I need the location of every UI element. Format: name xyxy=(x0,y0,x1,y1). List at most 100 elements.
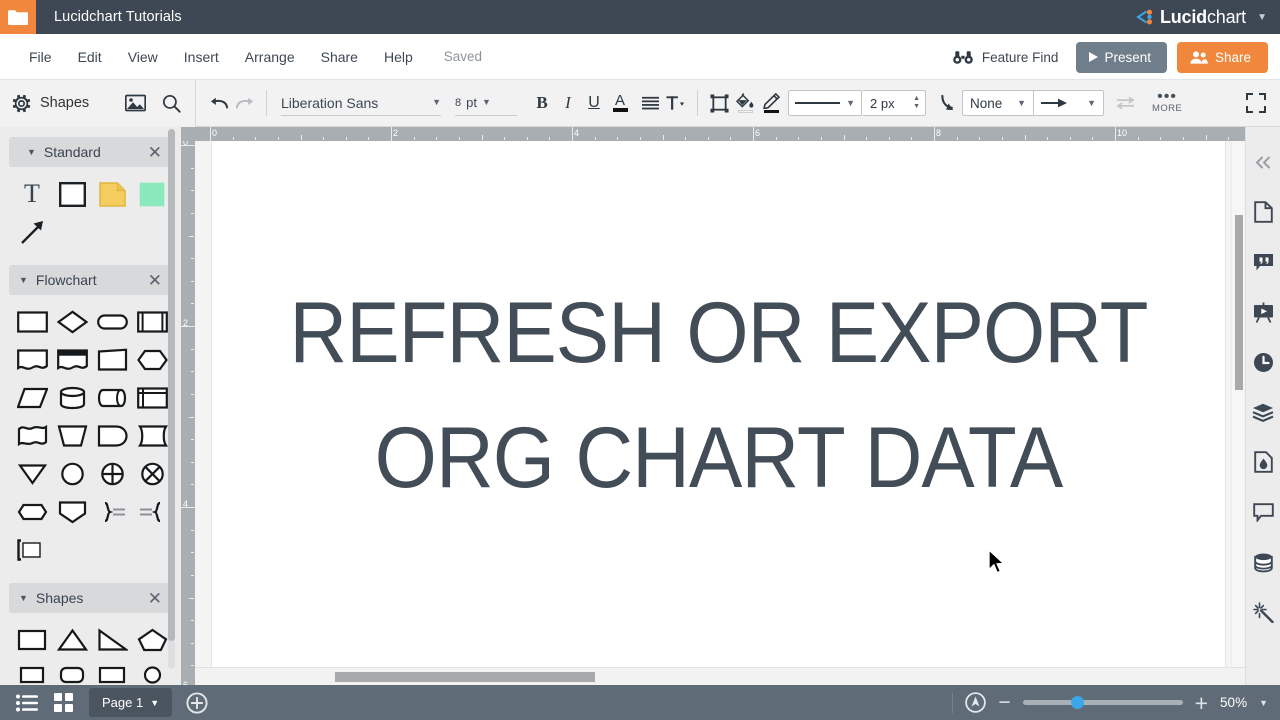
close-icon[interactable]: ✕ xyxy=(148,144,162,161)
zoom-level-value[interactable]: 50% xyxy=(1220,695,1247,710)
shape-pentagon[interactable] xyxy=(132,621,172,659)
comments-panel-button[interactable] xyxy=(1246,487,1280,537)
shapes-panel-scroll-thumb[interactable] xyxy=(168,129,175,641)
lucidchart-logo[interactable]: Lucidchart xyxy=(1134,0,1246,34)
redo-button[interactable] xyxy=(232,88,258,118)
revision-history-button[interactable] xyxy=(1246,337,1280,387)
document-panel-button[interactable] xyxy=(1246,187,1280,237)
shape-or-circle[interactable] xyxy=(132,455,172,493)
zoom-caret-icon[interactable]: ▼ xyxy=(1259,698,1268,708)
shape-text[interactable]: T xyxy=(12,175,52,213)
page-tab[interactable]: Page 1 ▼ xyxy=(89,688,173,717)
shape-sticky-note[interactable] xyxy=(132,175,172,213)
font-size-select[interactable]: 8 pt ▼ xyxy=(455,90,517,116)
canvas-vertical-scrollbar[interactable] xyxy=(1231,141,1244,667)
fit-to-screen-button[interactable] xyxy=(965,692,987,713)
magic-panel-button[interactable] xyxy=(1246,587,1280,637)
end-arrow-select[interactable]: ▼ xyxy=(1034,90,1104,116)
fill-color-button[interactable] xyxy=(732,88,758,118)
layers-panel-button[interactable] xyxy=(1246,387,1280,437)
feature-find-button[interactable]: Feature Find xyxy=(945,46,1067,69)
text-format-button[interactable] xyxy=(663,88,689,118)
shape-group-header-standard[interactable]: triangle-down-icon ▼ Standard ✕ xyxy=(9,137,172,167)
shape-terminator-rounded[interactable] xyxy=(92,303,132,341)
close-icon[interactable]: ✕ xyxy=(148,272,162,289)
grid-view-button[interactable] xyxy=(54,693,73,712)
shape-multi-document[interactable] xyxy=(52,341,92,379)
add-page-button[interactable] xyxy=(186,691,208,714)
shape-multi-document-wave[interactable] xyxy=(12,417,52,455)
shape-note[interactable] xyxy=(92,175,132,213)
account-caret-icon[interactable]: ▼ xyxy=(1257,0,1267,34)
menu-item-help[interactable]: Help xyxy=(371,43,426,71)
shape-stored-data[interactable] xyxy=(132,417,172,455)
font-family-select[interactable]: Liberation Sans ▼ xyxy=(281,90,441,116)
shape-group-header-shapes[interactable]: ▼ Shapes ✕ xyxy=(9,583,172,613)
data-panel-button[interactable] xyxy=(1246,537,1280,587)
collapse-panel-button[interactable] xyxy=(1246,137,1280,187)
fullscreen-button[interactable] xyxy=(1246,93,1266,113)
undo-button[interactable] xyxy=(206,88,232,118)
swap-arrows-button[interactable] xyxy=(1112,88,1138,118)
canvas-area[interactable]: REFRESH OR EXPORT ORG CHART DATA xyxy=(195,141,1245,685)
canvas-horizontal-scroll-thumb[interactable] xyxy=(335,672,595,682)
shape-rectangle[interactable] xyxy=(52,175,92,213)
line-style-select[interactable]: ▼ xyxy=(788,90,862,116)
shape-row3-a[interactable] xyxy=(12,659,52,685)
shape-basic-rectangle[interactable] xyxy=(12,621,52,659)
shapes-panel-scrollbar[interactable] xyxy=(168,129,175,669)
shape-triangle[interactable] xyxy=(52,621,92,659)
line-color-button[interactable] xyxy=(758,88,784,118)
zoom-slider[interactable] xyxy=(1022,696,1183,709)
shape-decision-diamond[interactable] xyxy=(52,303,92,341)
menu-item-share[interactable]: Share xyxy=(308,43,371,71)
shape-predefined-process[interactable] xyxy=(132,303,172,341)
search-icon[interactable] xyxy=(162,94,181,113)
document-page[interactable]: REFRESH OR EXPORT ORG CHART DATA xyxy=(212,141,1225,667)
document-title[interactable]: Lucidchart Tutorials xyxy=(54,9,182,25)
shape-border-button[interactable] xyxy=(706,88,732,118)
shape-manual-input-trapezoid[interactable] xyxy=(52,417,92,455)
shape-parallelogram-data[interactable] xyxy=(12,379,52,417)
shape-group-header-flowchart[interactable]: ▼ Flowchart ✕ xyxy=(9,265,172,295)
shape-right-triangle[interactable] xyxy=(92,621,132,659)
shape-direct-data[interactable] xyxy=(92,379,132,417)
presentation-panel-button[interactable] xyxy=(1246,287,1280,337)
start-arrow-select[interactable]: None ▼ xyxy=(962,90,1034,116)
shape-merge-triangle[interactable] xyxy=(12,455,52,493)
shape-summing-junction[interactable] xyxy=(92,455,132,493)
close-icon[interactable]: ✕ xyxy=(148,590,162,607)
shape-display[interactable] xyxy=(92,417,132,455)
line-curve-button[interactable] xyxy=(936,88,962,118)
line-width-stepper[interactable]: ▲ ▼ xyxy=(913,95,920,110)
present-button[interactable]: Present xyxy=(1076,41,1167,73)
folder-icon[interactable] xyxy=(0,0,36,34)
shape-brace-right-annotation[interactable] xyxy=(92,493,132,531)
shape-connector-circle[interactable] xyxy=(52,455,92,493)
menu-item-file[interactable]: File xyxy=(16,43,65,71)
shape-brace-left-annotation[interactable] xyxy=(132,493,172,531)
text-color-button[interactable]: A xyxy=(607,88,633,118)
list-view-button[interactable] xyxy=(16,694,38,712)
shape-preparation-hexagon[interactable] xyxy=(132,341,172,379)
bold-button[interactable]: B xyxy=(529,88,555,118)
menu-item-edit[interactable]: Edit xyxy=(65,43,115,71)
canvas-vertical-scroll-thumb[interactable] xyxy=(1235,215,1243,390)
menu-item-arrange[interactable]: Arrange xyxy=(232,43,308,71)
themes-panel-button[interactable] xyxy=(1246,437,1280,487)
menu-item-view[interactable]: View xyxy=(115,43,171,71)
shape-hexagon[interactable] xyxy=(12,493,52,531)
shape-arrow-line[interactable] xyxy=(12,213,52,251)
canvas-horizontal-scrollbar[interactable] xyxy=(195,667,1245,685)
shape-card[interactable] xyxy=(12,531,52,569)
shape-row3-b[interactable] xyxy=(52,659,92,685)
shape-extract-pentagon[interactable] xyxy=(52,493,92,531)
shape-database-cylinder[interactable] xyxy=(52,379,92,417)
more-options-button[interactable]: ••• MORE xyxy=(1152,89,1182,115)
shape-row3-d[interactable] xyxy=(132,659,172,685)
shapes-button[interactable]: Shapes xyxy=(12,94,89,113)
notes-panel-button[interactable] xyxy=(1246,237,1280,287)
shape-internal-storage[interactable] xyxy=(132,379,172,417)
share-button[interactable]: Share xyxy=(1176,41,1268,73)
zoom-slider-knob[interactable] xyxy=(1070,696,1084,709)
